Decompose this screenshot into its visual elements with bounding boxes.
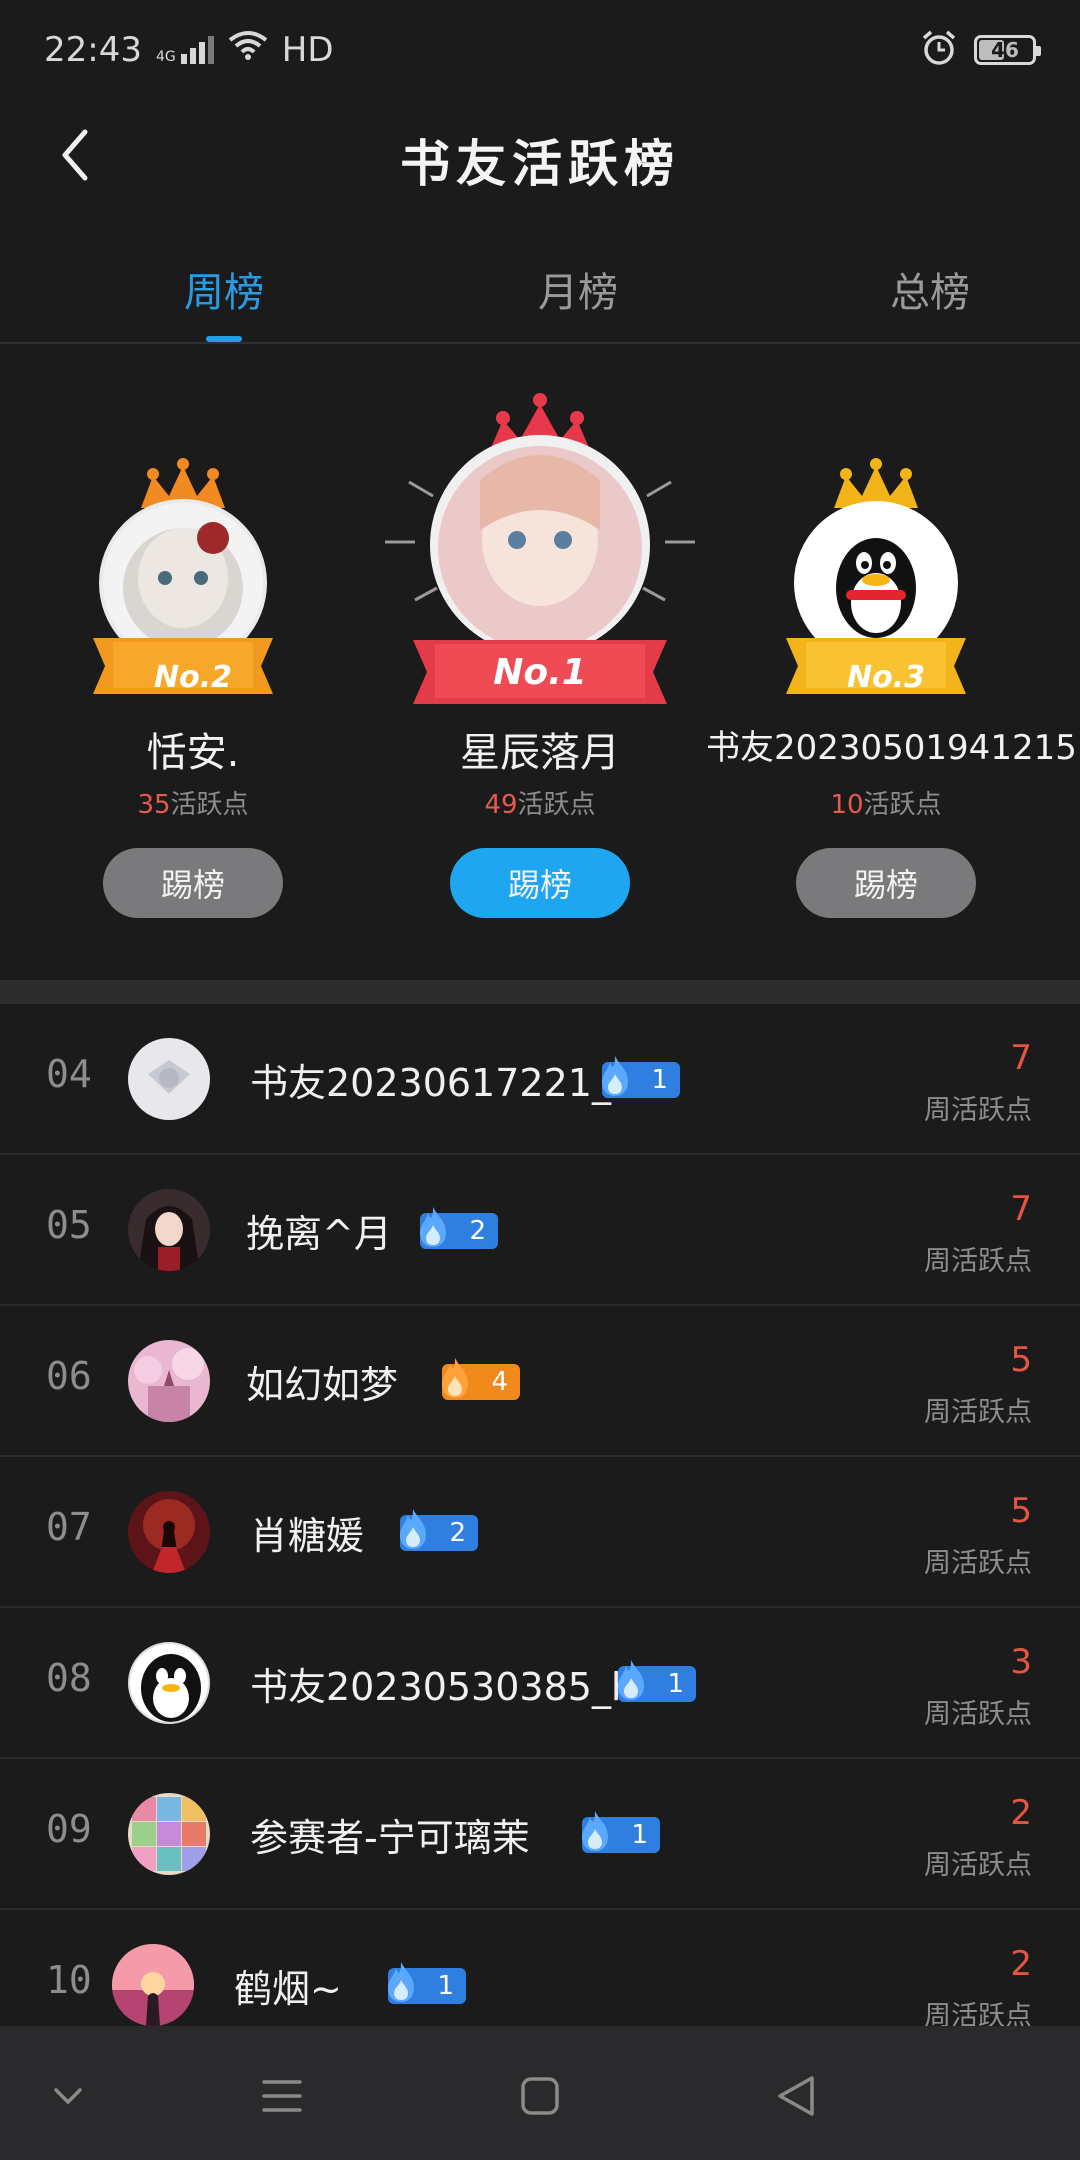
kick-button[interactable]: 踢榜 <box>450 848 630 918</box>
avatar[interactable] <box>128 1491 210 1573</box>
user-name: 如幻如梦 <box>246 1363 399 1407</box>
podium-third: No.3 书友20230501941215 10活跃点 踢榜 <box>706 370 1077 980</box>
rank-number: 10 <box>46 1958 92 2002</box>
podium: No.2 恬安. 35活跃点 踢榜 No.1 星辰落月 49活跃点 踢榜 No.… <box>0 370 1080 980</box>
user-name: 肖糖媛 <box>250 1514 365 1558</box>
rank-label: No.1 <box>493 652 587 693</box>
rank-score-label: 周活跃点 <box>924 1095 1032 1126</box>
flame-icon <box>602 1056 628 1096</box>
page-title: 书友活跃榜 <box>400 135 680 193</box>
battery-icon: 46 <box>974 35 1041 65</box>
rank-score: 5 <box>1010 1340 1032 1380</box>
rank-score: 2 <box>1010 1793 1032 1833</box>
podium-points: 10活跃点 <box>830 790 942 820</box>
rank-score: 5 <box>1010 1491 1032 1531</box>
rank-score-label: 周活跃点 <box>924 1699 1032 1730</box>
rank-number: 08 <box>46 1656 92 1700</box>
back-icon[interactable] <box>766 2066 826 2126</box>
flame-icon <box>400 1509 426 1549</box>
ranking-tabs: 周榜 月榜 总榜 <box>0 240 1080 344</box>
rank-score-label: 周活跃点 <box>924 1548 1032 1579</box>
kick-button[interactable]: 踢榜 <box>796 848 976 918</box>
tab-indicator <box>206 336 242 342</box>
user-name: 参赛者-宁可璃茉 <box>250 1816 530 1860</box>
rank-score-label: 周活跃点 <box>924 2001 1032 2026</box>
section-divider <box>0 980 1080 1004</box>
menu-icon[interactable] <box>252 2066 312 2126</box>
flame-icon <box>420 1207 446 1247</box>
podium-first: No.1 星辰落月 49活跃点 踢榜 <box>360 370 720 980</box>
rank-score-label: 周活跃点 <box>924 1246 1032 1277</box>
rank-number: 06 <box>46 1354 92 1398</box>
list-item[interactable]: 06 如幻如梦 4 5 周活跃点 <box>0 1306 1080 1457</box>
podium-name: 书友20230501941215 <box>706 728 1077 768</box>
alarm-icon <box>920 29 958 71</box>
rank-number: 05 <box>46 1203 92 1247</box>
signal-icon: 4G <box>156 36 214 64</box>
rank-number: 04 <box>46 1052 92 1096</box>
podium-name: 恬安. <box>146 730 240 776</box>
podium-name: 星辰落月 <box>460 730 620 776</box>
user-name: 鹤烟~ <box>234 1967 342 2011</box>
rank-score: 7 <box>1010 1189 1032 1229</box>
rank-label: No.2 <box>154 660 232 695</box>
rank-number: 09 <box>46 1807 92 1851</box>
status-time: 22:43 <box>44 30 142 70</box>
podium-points: 35活跃点 <box>137 790 249 820</box>
rank-list: 04 书友20230617221_eB 1 7 周活跃点 05 挽离^月 2 7… <box>0 1004 1080 2026</box>
avatar[interactable] <box>128 1038 210 1120</box>
level-badge: 2 <box>420 1207 498 1249</box>
user-name: 书友20230530385_bc <box>250 1665 656 1709</box>
avatar[interactable] <box>112 1944 194 2026</box>
avatar[interactable] <box>128 1189 210 1271</box>
podium-second: No.2 恬安. 35活跃点 踢榜 <box>13 370 373 980</box>
flame-icon <box>582 1811 608 1851</box>
tab-total[interactable]: 总榜 <box>830 260 1030 318</box>
avatar[interactable] <box>128 1642 210 1724</box>
rank-score-label: 周活跃点 <box>924 1850 1032 1881</box>
rank-label: No.3 <box>847 660 925 695</box>
flame-icon <box>442 1358 468 1398</box>
list-item[interactable]: 09 参赛者-宁可璃茉 1 2 周活跃点 <box>0 1759 1080 1910</box>
rank-score: 2 <box>1010 1944 1032 1984</box>
status-bar: 22:43 4G HD 46 <box>0 0 1080 100</box>
system-nav-bar <box>0 2026 1080 2160</box>
rank-score: 3 <box>1010 1642 1032 1682</box>
rank-number: 07 <box>46 1505 92 1549</box>
flame-icon <box>618 1660 644 1700</box>
level-badge: 1 <box>618 1660 696 1702</box>
podium-points: 49活跃点 <box>484 790 596 820</box>
level-badge: 2 <box>400 1509 478 1551</box>
tab-weekly[interactable]: 周榜 <box>124 260 324 318</box>
level-badge: 1 <box>582 1811 660 1853</box>
list-item[interactable]: 05 挽离^月 2 7 周活跃点 <box>0 1155 1080 1306</box>
wifi-icon <box>228 30 268 71</box>
list-item[interactable]: 07 肖糖媛 2 5 周活跃点 <box>0 1457 1080 1608</box>
hd-label: HD <box>281 30 334 70</box>
collapse-icon[interactable] <box>38 2066 98 2126</box>
avatar[interactable] <box>128 1793 210 1875</box>
level-badge: 1 <box>602 1056 680 1098</box>
rank-score-label: 周活跃点 <box>924 1397 1032 1428</box>
flame-icon <box>388 1962 414 2002</box>
level-badge: 4 <box>442 1358 520 1400</box>
list-item[interactable]: 10 鹤烟~ 1 2 周活跃点 <box>0 1910 1080 2026</box>
page-header: 书友活跃榜 <box>0 100 1080 210</box>
level-badge: 1 <box>388 1962 466 2004</box>
tab-monthly[interactable]: 月榜 <box>478 260 678 318</box>
list-item[interactable]: 08 书友20230530385_bc 1 3 周活跃点 <box>0 1608 1080 1759</box>
home-icon[interactable] <box>510 2066 570 2126</box>
avatar[interactable] <box>128 1340 210 1422</box>
rank-score: 7 <box>1010 1038 1032 1078</box>
user-name: 挽离^月 <box>246 1212 392 1256</box>
kick-button[interactable]: 踢榜 <box>103 848 283 918</box>
list-item[interactable]: 04 书友20230617221_eB 1 7 周活跃点 <box>0 1004 1080 1155</box>
